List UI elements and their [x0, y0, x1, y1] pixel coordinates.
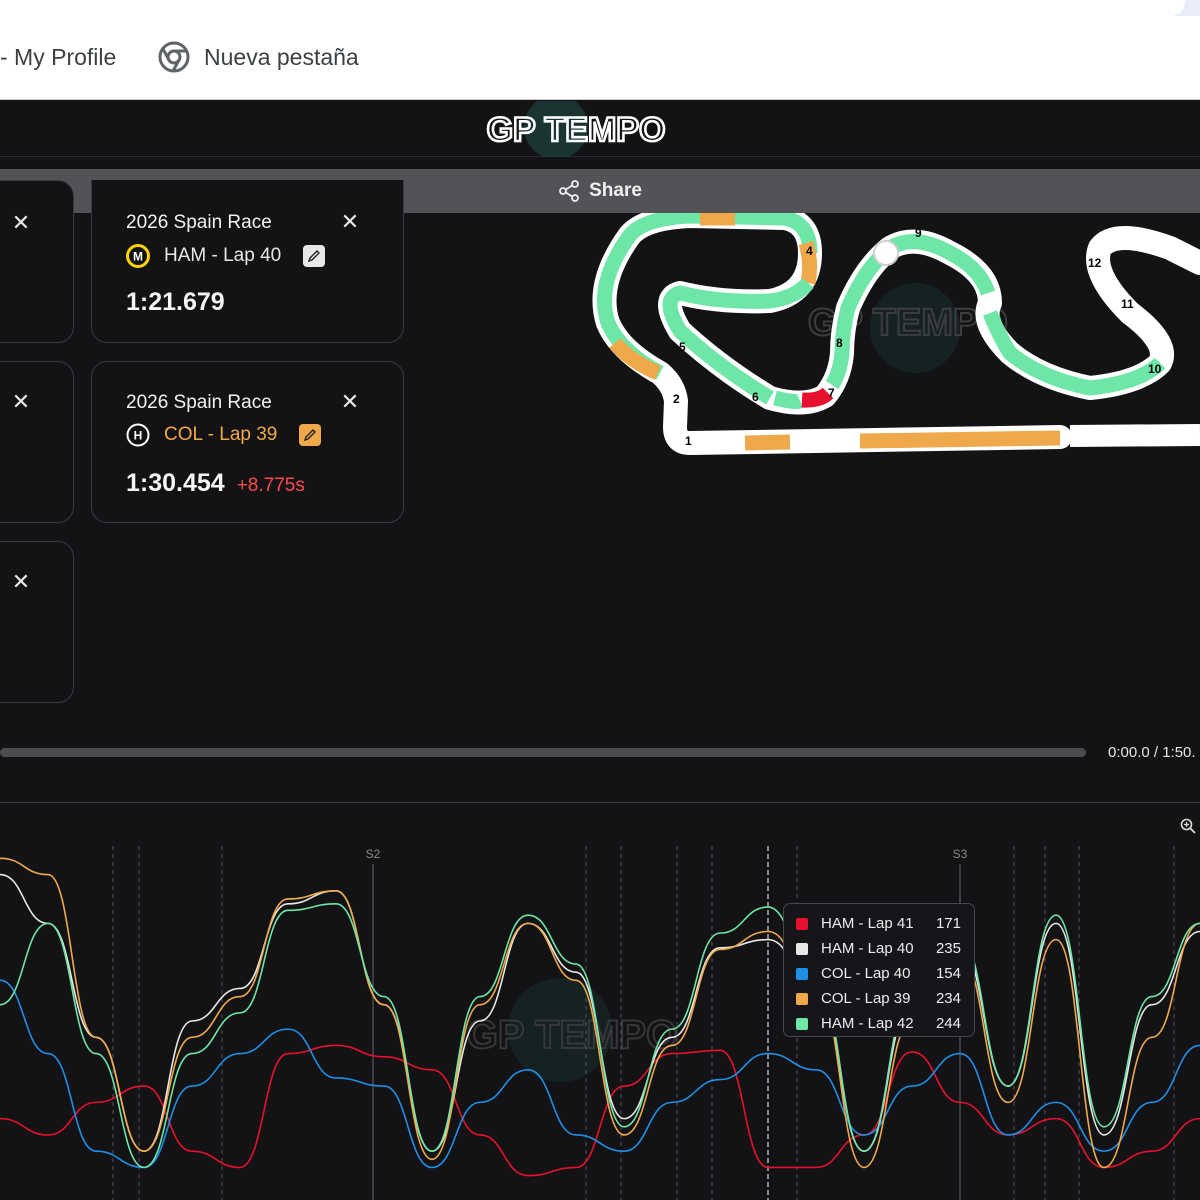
pencil-icon	[308, 250, 321, 263]
pencil-icon	[304, 429, 317, 442]
track-segment-orange	[859, 430, 1061, 449]
tab-label: Nueva pestaña	[204, 43, 359, 70]
svg-text:4: 4	[806, 244, 813, 258]
svg-text:8: 8	[836, 336, 843, 350]
app-header: GP TEMPO	[0, 101, 1200, 157]
legend-swatch	[796, 942, 808, 955]
track-segment-straight	[1069, 424, 1200, 447]
driver-row: M HAM - Lap 40	[126, 244, 326, 268]
driver-label: COL - Lap 39	[164, 424, 278, 445]
edit-color-button[interactable]	[303, 245, 326, 267]
chart-tooltip: HAM - Lap 41 171 HAM - Lap 40 235 COL - La…	[783, 903, 975, 1037]
svg-text:M: M	[133, 250, 143, 264]
speed-trace-chart[interactable]: GP TEMPO S2 S3	[0, 812, 1200, 1200]
tooltip-row: COL - Lap 39 234	[796, 986, 962, 1011]
gp-tempo-logo[interactable]: GP TEMPO	[486, 101, 666, 157]
chrome-icon	[158, 41, 190, 73]
tooltip-row: HAM - Lap 40 235	[796, 936, 962, 961]
lap-card-ham: 2026 Spain Race ✕ M HAM - Lap 40 1:21.67…	[91, 180, 404, 343]
sector-label-s2: S2	[366, 847, 381, 861]
close-icon[interactable]: ✕	[338, 390, 362, 414]
tooltip-series-name: HAM - Lap 40	[821, 940, 914, 957]
track-segment-green	[773, 390, 803, 410]
tooltip-series-name: COL - Lap 39	[821, 990, 911, 1007]
svg-text:12: 12	[1088, 256, 1102, 270]
playback-progress-bar[interactable]	[0, 748, 1086, 757]
mercedes-logo-icon: M	[126, 244, 150, 268]
lap-time: 1:21.679	[126, 288, 225, 316]
lap-card-left-1: ✕	[0, 180, 74, 343]
tooltip-value: 244	[935, 1015, 961, 1032]
browser-tab-bar: - My Profile Nueva pestaña	[0, 16, 1200, 100]
svg-text:9: 9	[915, 226, 922, 240]
svg-text:1: 1	[685, 434, 692, 448]
track-segment-red	[801, 387, 834, 408]
car-position-marker	[873, 240, 899, 266]
svg-text:GP TEMPO: GP TEMPO	[467, 1013, 677, 1057]
legend-swatch	[796, 1017, 808, 1030]
svg-text:5: 5	[679, 340, 686, 354]
section-divider	[0, 802, 1200, 803]
lap-time: 1:30.454 +8.775s	[126, 469, 305, 497]
tab-my-profile[interactable]: - My Profile	[0, 40, 116, 74]
svg-text:H: H	[134, 429, 143, 443]
lap-delta: +8.775s	[236, 475, 305, 496]
lap-card-left-3: ✕	[0, 541, 74, 703]
tooltip-row: HAM - Lap 41 171	[796, 911, 962, 936]
tooltip-series-name: HAM - Lap 41	[821, 915, 914, 932]
sector-label-s3: S3	[953, 847, 968, 861]
share-icon	[559, 180, 579, 202]
legend-swatch	[796, 917, 808, 930]
lap-card-col: 2026 Spain Race ✕ H COL - Lap 39 1:30.45…	[91, 361, 404, 523]
tooltip-value: 234	[935, 990, 961, 1007]
session-title: 2026 Spain Race	[126, 212, 272, 233]
close-icon[interactable]: ✕	[338, 210, 362, 234]
close-icon[interactable]: ✕	[9, 211, 33, 235]
close-icon[interactable]: ✕	[9, 390, 33, 414]
tooltip-value: 235	[935, 940, 961, 957]
share-label: Share	[589, 180, 642, 201]
svg-text:2: 2	[673, 392, 680, 406]
legend-swatch	[796, 992, 808, 1005]
driver-row: H COL - Lap 39	[126, 423, 322, 447]
tooltip-series-name: HAM - Lap 42	[821, 1015, 914, 1032]
tab-label: - My Profile	[0, 43, 117, 70]
svg-text:11: 11	[1121, 297, 1134, 311]
tab-new-tab[interactable]: Nueva pestaña	[158, 40, 359, 74]
tooltip-value: 171	[935, 915, 961, 932]
lap-card-left-2: ✕	[0, 361, 74, 523]
tooltip-row: COL - Lap 40 154	[796, 961, 962, 986]
active-tab-shape	[0, 0, 1185, 16]
playback-time: 0:00.0 / 1:50.	[1108, 744, 1196, 761]
svg-text:6: 6	[752, 390, 759, 404]
track-segment-green	[662, 277, 814, 405]
edit-color-button[interactable]	[299, 424, 322, 446]
browser-top-strip	[0, 0, 1200, 16]
svg-text:GP TEMPO: GP TEMPO	[487, 111, 666, 149]
svg-text:10: 10	[1148, 362, 1162, 376]
svg-text:7: 7	[828, 386, 835, 400]
tooltip-value: 154	[935, 965, 961, 982]
legend-swatch	[796, 967, 808, 980]
zoom-in-icon[interactable]	[1180, 818, 1196, 834]
driver-label: HAM - Lap 40	[164, 245, 282, 266]
track-segment-orange	[744, 434, 791, 451]
haas-logo-icon: H	[126, 423, 150, 447]
tooltip-series-name: COL - Lap 40	[821, 965, 911, 982]
session-title: 2026 Spain Race	[126, 392, 272, 413]
close-icon[interactable]: ✕	[9, 570, 33, 594]
track-map[interactable]: GP TEMPO 1 2 4 5 6 7 8 9 10 11 12	[570, 213, 1200, 483]
tooltip-row: HAM - Lap 42 244	[796, 1011, 962, 1036]
